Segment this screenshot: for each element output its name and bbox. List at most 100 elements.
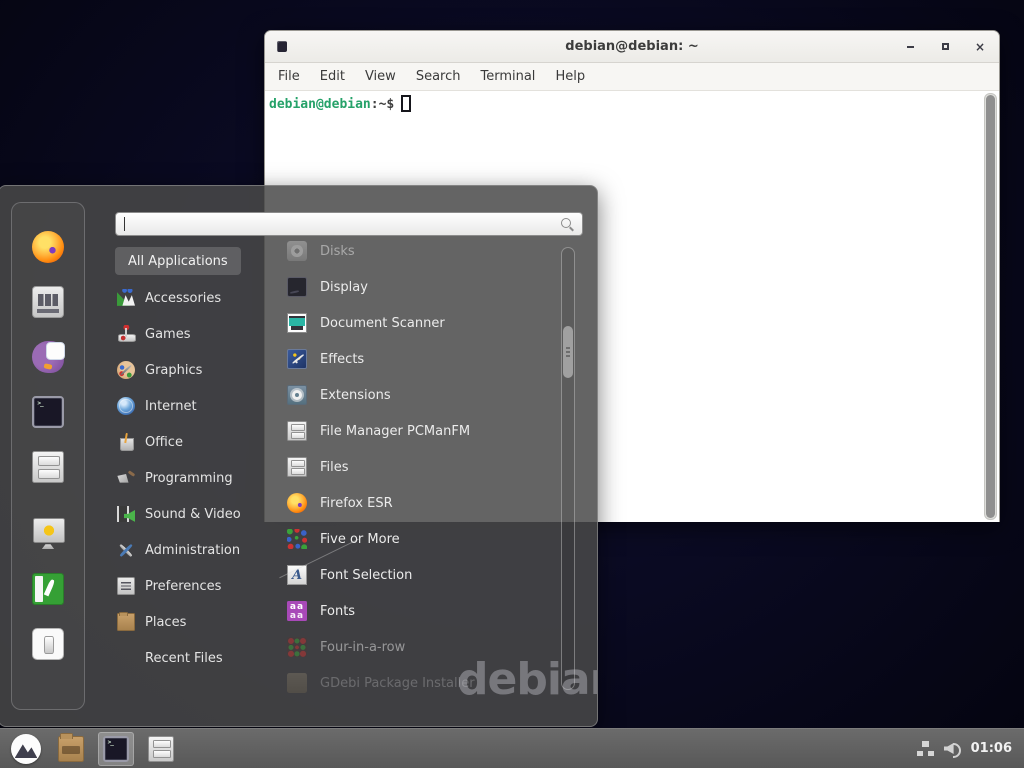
taskbar-button-files[interactable] [143,732,179,766]
four-in-a-row-icon [287,637,307,657]
category-internet[interactable]: Internet [115,388,281,424]
app-item-label: Effects [320,352,364,367]
app-item-extensions[interactable]: Extensions [281,377,583,413]
application-list-scrollbar[interactable] [561,247,575,690]
search-input[interactable] [115,212,583,236]
volume-icon[interactable] [944,741,961,756]
category-games[interactable]: Games [115,316,281,352]
terminal-menu-edit[interactable]: Edit [313,66,352,87]
category-recent-files[interactable]: Recent Files [115,640,281,676]
taskbar-button-file-manager[interactable] [53,732,89,766]
file-cabinet-icon [148,736,174,762]
terminal-menu-search[interactable]: Search [409,66,468,87]
app-item-files[interactable]: Files [281,449,583,485]
fonts-purple-icon [287,601,307,621]
favorite-firefox[interactable] [32,231,64,267]
clock[interactable]: 01:06 [971,741,1012,756]
office-icon [117,433,135,451]
terminal-menu-terminal[interactable]: Terminal [473,66,542,87]
app-item-display[interactable]: Display [281,269,583,305]
search-icon [560,217,574,231]
category-label: Programming [145,471,233,486]
category-programming[interactable]: Programming [115,460,281,496]
favorite-logout[interactable] [32,573,64,609]
logout-icon [32,573,64,605]
app-item-label: Display [320,280,368,295]
sound-video-icon [117,505,135,523]
search-caret [124,217,125,231]
terminal-menu-view[interactable]: View [358,66,403,87]
application-menu: All Applications Accessories Games Graphics… [0,185,598,727]
app-item-four-in-a-row[interactable]: Four-in-a-row [281,629,583,665]
app-item-effects[interactable]: Effects [281,341,583,377]
places-folder-icon [117,613,135,631]
app-item-font-selection[interactable]: Font Selection [281,557,583,593]
terminal-scrollbar-handle[interactable] [986,95,995,518]
favorite-pidgin[interactable] [32,341,64,377]
category-accessories[interactable]: Accessories [115,280,281,316]
network-icon[interactable] [917,741,934,756]
distro-logo-icon [11,734,41,764]
category-label: Internet [145,399,197,414]
menu-main: All Applications Accessories Games Graphics… [85,186,597,726]
category-sound-video[interactable]: Sound & Video [115,496,281,532]
app-item-label: Fonts [320,604,355,619]
app-item-label: File Manager PCManFM [320,424,470,439]
app-item-label: Five or More [320,532,400,547]
app-item-disks[interactable]: Disks [281,241,583,269]
display-icon [287,277,307,297]
app-item-label: Firefox ESR [320,496,393,511]
category-graphics[interactable]: Graphics [115,352,281,388]
minimize-button[interactable] [903,40,917,54]
extensions-icon [287,385,307,405]
favorite-file-manager[interactable] [32,451,64,487]
app-item-firefox-esr[interactable]: Firefox ESR [281,485,583,521]
category-all-applications[interactable]: All Applications [115,247,241,275]
terminal-titlebar[interactable]: debian@debian: ~ × [265,31,999,63]
close-button[interactable]: × [973,40,987,54]
favorite-screensaver[interactable] [32,518,64,554]
software-blocks-icon [32,286,64,318]
taskbar-button-menu[interactable] [8,732,44,766]
administration-icon [117,541,135,559]
terminal-cursor [401,95,411,112]
accessories-icon [117,289,135,307]
app-item-gdebi-package-installer[interactable]: GDebi Package Installer [281,665,583,701]
app-item-label: Extensions [320,388,391,403]
maximize-button[interactable] [938,40,952,54]
games-icon [117,325,135,343]
app-item-fonts[interactable]: Fonts [281,593,583,629]
pidgin-icon [32,341,64,373]
category-office[interactable]: Office [115,424,281,460]
app-item-five-or-more[interactable]: Five or More [281,521,583,557]
terminal-menubar: File Edit View SearchTerminal Help [265,63,999,91]
favorite-software[interactable] [32,286,64,322]
app-item-document-scanner[interactable]: Document Scanner [281,305,583,341]
taskbar-launchers [8,732,179,766]
category-label: Recent Files [145,651,223,666]
application-list-scrollbar-handle[interactable] [563,326,573,378]
terminal-scrollbar[interactable] [984,93,997,520]
favorite-shutdown[interactable] [32,628,64,664]
taskbar-button-terminal[interactable] [98,732,134,766]
internet-icon [117,397,135,415]
category-label: Accessories [145,291,221,306]
gdebi-icon [287,673,307,693]
graphics-icon [117,361,135,379]
shutdown-icon [32,628,64,660]
five-or-more-icon [287,529,307,549]
terminal-menu-file[interactable]: File [271,66,307,87]
category-preferences[interactable]: Preferences [115,568,281,604]
application-list: Disks Display Document Scanner Effects Exten… [281,241,583,701]
effects-icon [287,349,307,369]
terminal-dark-icon [103,736,129,762]
category-places[interactable]: Places [115,604,281,640]
category-label: Sound & Video [145,507,241,522]
file-cabinet-icon [287,457,307,477]
favorite-terminal[interactable] [32,396,64,432]
app-item-file-manager-pcmanfm[interactable]: File Manager PCManFM [281,413,583,449]
terminal-menu-help[interactable]: Help [548,66,592,87]
category-administration[interactable]: Administration [115,532,281,568]
document-scanner-icon [287,313,307,333]
category-label: Games [145,327,190,342]
